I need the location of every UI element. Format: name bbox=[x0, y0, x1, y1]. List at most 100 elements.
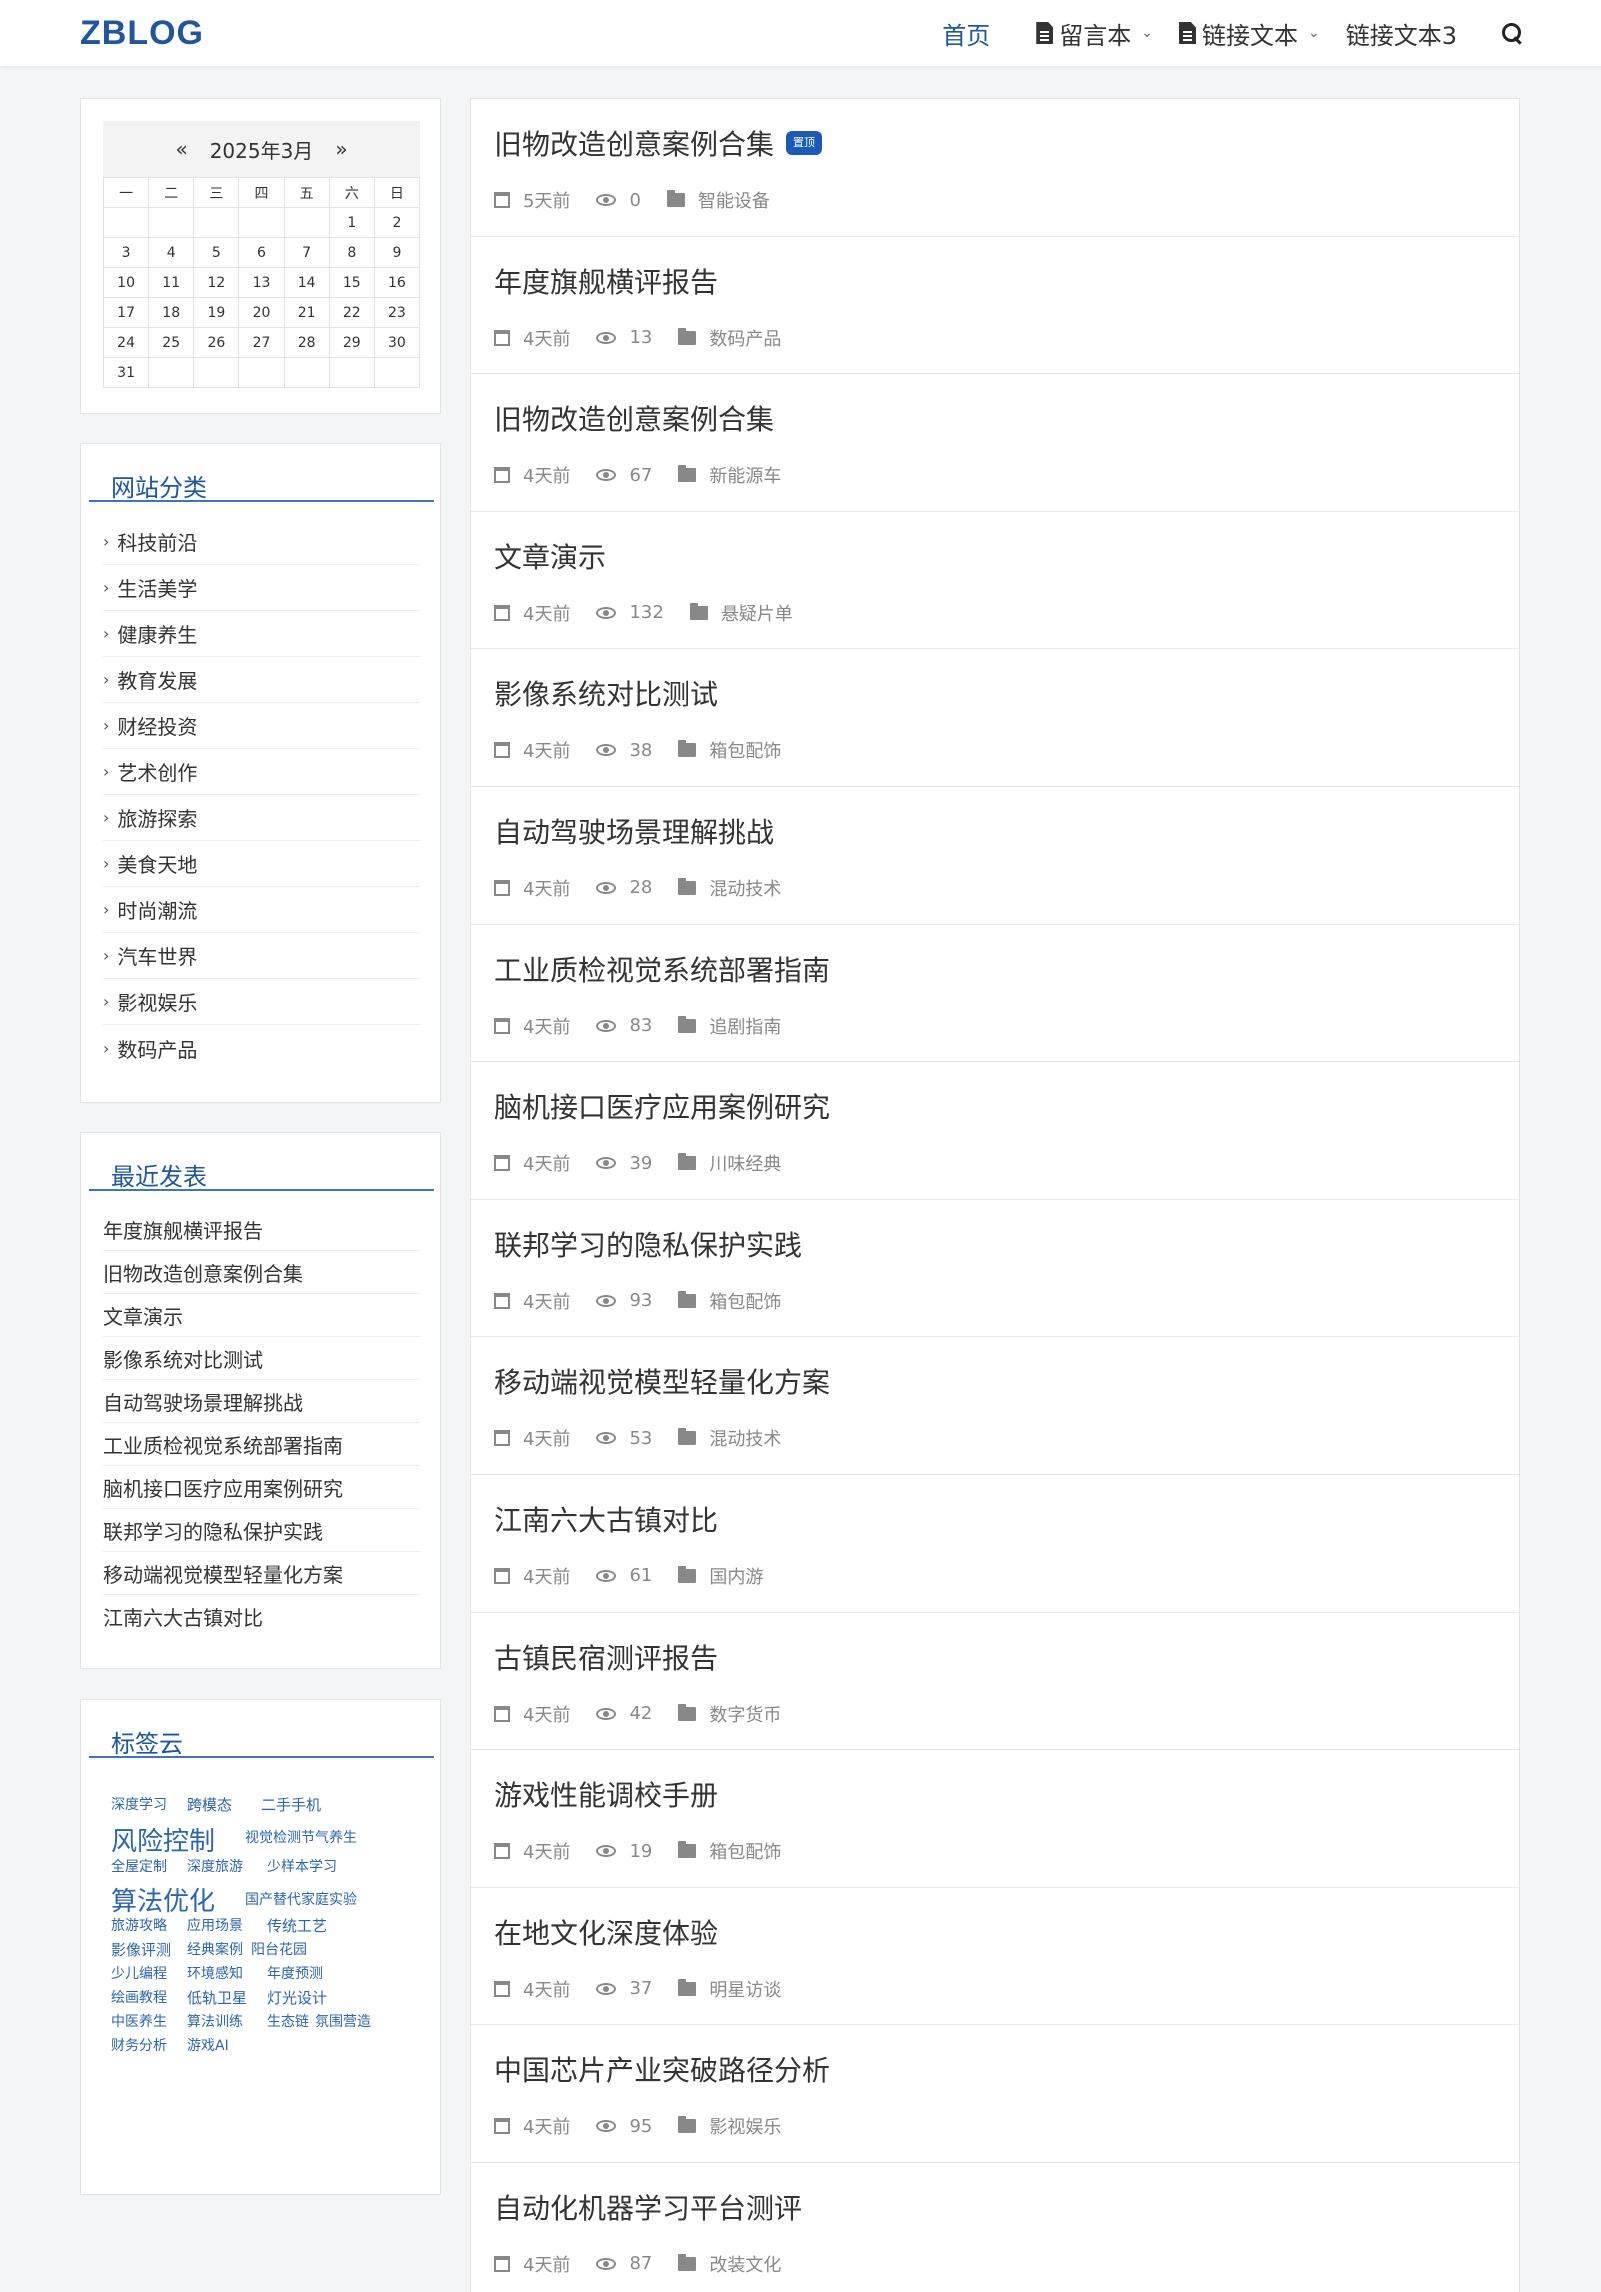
calendar-day[interactable]: 13 bbox=[238, 267, 285, 298]
post-title-link[interactable]: 自动驾驶场景理解挑战 bbox=[494, 811, 774, 851]
calendar-prev-button[interactable]: « bbox=[175, 137, 187, 161]
recent-post-link[interactable]: 年度旗舰横评报告 bbox=[103, 1208, 420, 1251]
category-item[interactable]: › 生活美学 bbox=[103, 565, 420, 611]
calendar-day[interactable]: 14 bbox=[283, 267, 330, 298]
post-category-link[interactable]: 箱包配饰 bbox=[709, 1288, 781, 1314]
category-item[interactable]: › 科技前沿 bbox=[103, 519, 420, 565]
category-item[interactable]: › 旅游探索 bbox=[103, 795, 420, 841]
recent-post-link[interactable]: 文章演示 bbox=[103, 1294, 420, 1337]
calendar-day[interactable]: 4 bbox=[148, 237, 195, 268]
post-category-link[interactable]: 国内游 bbox=[709, 1563, 763, 1589]
tag-link[interactable]: 阳台花园 bbox=[251, 1939, 307, 1959]
post-title-link[interactable]: 工业质检视觉系统部署指南 bbox=[494, 949, 830, 989]
calendar-day[interactable]: 11 bbox=[148, 267, 195, 298]
post-category-link[interactable]: 明星访谈 bbox=[709, 1976, 781, 2002]
calendar-day[interactable]: 20 bbox=[238, 297, 285, 328]
post-category-link[interactable]: 箱包配饰 bbox=[709, 1838, 781, 1864]
calendar-next-button[interactable]: » bbox=[335, 137, 347, 161]
nav-link-text-3[interactable]: 链接文本3 bbox=[1346, 16, 1457, 51]
recent-post-link[interactable]: 移动端视觉模型轻量化方案 bbox=[103, 1552, 420, 1595]
post-title-link[interactable]: 旧物改造创意案例合集 bbox=[494, 398, 774, 438]
tag-link[interactable]: 经典案例 bbox=[187, 1939, 243, 1959]
post-category-link[interactable]: 智能设备 bbox=[698, 187, 770, 213]
post-title-link[interactable]: 古镇民宿测评报告 bbox=[494, 1637, 718, 1677]
tag-link[interactable]: 年度预测 bbox=[267, 1963, 323, 1983]
post-title-link[interactable]: 联邦学习的隐私保护实践 bbox=[494, 1224, 802, 1264]
calendar-day[interactable]: 26 bbox=[193, 327, 240, 358]
tag-link[interactable]: 风险控制 bbox=[111, 1821, 215, 1858]
tag-link[interactable]: 全屋定制 bbox=[111, 1856, 167, 1876]
tag-link[interactable]: 二手手机 bbox=[261, 1794, 321, 1815]
calendar-day[interactable]: 25 bbox=[148, 327, 195, 358]
post-category-link[interactable]: 川味经典 bbox=[709, 1150, 781, 1176]
tag-link[interactable]: 财务分析 bbox=[111, 2035, 167, 2055]
category-item[interactable]: › 艺术创作 bbox=[103, 749, 420, 795]
tag-link[interactable]: 深度旅游 bbox=[187, 1856, 243, 1876]
tag-link[interactable]: 氛围营造 bbox=[315, 2011, 371, 2031]
tag-link[interactable]: 算法优化 bbox=[111, 1881, 215, 1918]
post-category-link[interactable]: 箱包配饰 bbox=[709, 737, 781, 763]
tag-link[interactable]: 绘画教程 bbox=[111, 1987, 167, 2007]
post-category-link[interactable]: 混动技术 bbox=[709, 1425, 781, 1451]
tag-link[interactable]: 少样本学习 bbox=[267, 1856, 337, 1876]
nav-home[interactable]: 首页 bbox=[942, 16, 990, 51]
calendar-day[interactable]: 27 bbox=[238, 327, 285, 358]
calendar-day[interactable]: 29 bbox=[328, 327, 375, 358]
recent-post-link[interactable]: 脑机接口医疗应用案例研究 bbox=[103, 1466, 420, 1509]
post-category-link[interactable]: 改装文化 bbox=[709, 2251, 781, 2277]
calendar-day[interactable]: 18 bbox=[148, 297, 195, 328]
calendar-day[interactable]: 2 bbox=[373, 207, 421, 238]
post-title-link[interactable]: 旧物改造创意案例合集 bbox=[494, 123, 774, 163]
tag-link[interactable]: 算法训练 bbox=[187, 2011, 243, 2031]
category-item[interactable]: › 教育发展 bbox=[103, 657, 420, 703]
tag-link[interactable]: 传统工艺 bbox=[267, 1915, 327, 1936]
calendar-day[interactable]: 3 bbox=[102, 237, 150, 268]
nav-link-text[interactable]: 链接文本 ⌄ bbox=[1178, 16, 1320, 51]
category-item[interactable]: › 汽车世界 bbox=[103, 933, 420, 979]
calendar-day[interactable]: 24 bbox=[102, 327, 150, 358]
search-icon[interactable] bbox=[1501, 22, 1523, 44]
calendar-day[interactable]: 17 bbox=[102, 297, 150, 328]
post-title-link[interactable]: 影像系统对比测试 bbox=[494, 673, 718, 713]
post-title-link[interactable]: 移动端视觉模型轻量化方案 bbox=[494, 1361, 830, 1401]
calendar-day[interactable]: 22 bbox=[328, 297, 375, 328]
post-category-link[interactable]: 混动技术 bbox=[709, 875, 781, 901]
nav-guestbook[interactable]: 留言本 ⌄ bbox=[1036, 16, 1153, 51]
calendar-day[interactable]: 23 bbox=[373, 297, 421, 328]
post-title-link[interactable]: 脑机接口医疗应用案例研究 bbox=[494, 1086, 830, 1126]
calendar-day[interactable]: 12 bbox=[193, 267, 240, 298]
calendar-day[interactable]: 9 bbox=[373, 237, 421, 268]
calendar-day[interactable]: 28 bbox=[283, 327, 330, 358]
post-category-link[interactable]: 新能源车 bbox=[709, 462, 781, 488]
calendar-day[interactable]: 5 bbox=[193, 237, 240, 268]
category-item[interactable]: › 财经投资 bbox=[103, 703, 420, 749]
calendar-day[interactable]: 6 bbox=[238, 237, 285, 268]
recent-post-link[interactable]: 江南六大古镇对比 bbox=[103, 1595, 420, 1638]
category-item[interactable]: › 数码产品 bbox=[103, 1025, 420, 1071]
category-item[interactable]: › 影视娱乐 bbox=[103, 979, 420, 1025]
calendar-day[interactable]: 15 bbox=[328, 267, 375, 298]
tag-link[interactable]: 视觉检测 bbox=[245, 1827, 301, 1847]
calendar-day[interactable]: 30 bbox=[373, 327, 421, 358]
recent-post-link[interactable]: 自动驾驶场景理解挑战 bbox=[103, 1380, 420, 1423]
calendar-day[interactable]: 31 bbox=[102, 357, 150, 388]
calendar-day[interactable]: 8 bbox=[328, 237, 375, 268]
tag-link[interactable]: 游戏AI bbox=[187, 2035, 229, 2055]
post-title-link[interactable]: 江南六大古镇对比 bbox=[494, 1499, 718, 1539]
calendar-day[interactable]: 1 bbox=[328, 207, 375, 238]
calendar-day[interactable]: 21 bbox=[283, 297, 330, 328]
recent-post-link[interactable]: 联邦学习的隐私保护实践 bbox=[103, 1509, 420, 1552]
post-category-link[interactable]: 影视娱乐 bbox=[709, 2113, 781, 2139]
tag-link[interactable]: 灯光设计 bbox=[267, 1987, 327, 2008]
post-title-link[interactable]: 游戏性能调校手册 bbox=[494, 1774, 718, 1814]
tag-link[interactable]: 家庭实验 bbox=[301, 1889, 357, 1909]
tag-link[interactable]: 中医养生 bbox=[111, 2011, 167, 2031]
tag-link[interactable]: 国产替代 bbox=[245, 1889, 301, 1909]
post-title-link[interactable]: 自动化机器学习平台测评 bbox=[494, 2187, 802, 2227]
post-title-link[interactable]: 中国芯片产业突破路径分析 bbox=[494, 2049, 830, 2089]
tag-link[interactable]: 节气养生 bbox=[301, 1827, 357, 1847]
category-item[interactable]: › 美食天地 bbox=[103, 841, 420, 887]
tag-link[interactable]: 少儿编程 bbox=[111, 1963, 167, 1983]
category-item[interactable]: › 健康养生 bbox=[103, 611, 420, 657]
category-item[interactable]: › 时尚潮流 bbox=[103, 887, 420, 933]
